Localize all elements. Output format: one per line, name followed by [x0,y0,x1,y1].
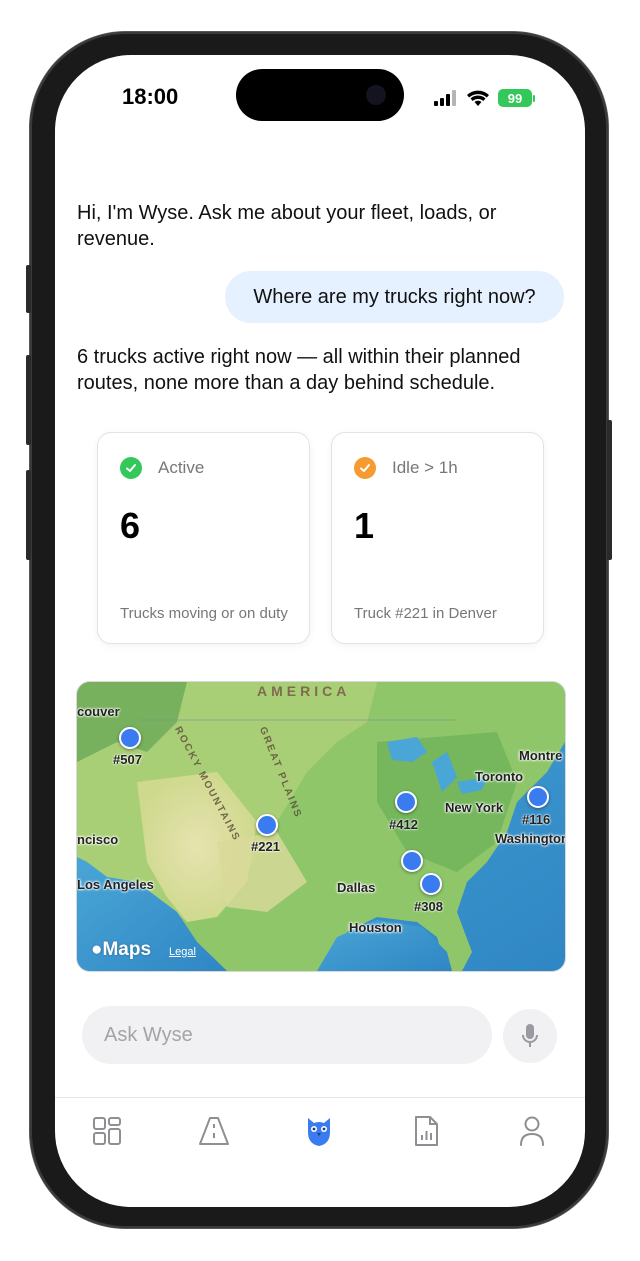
action-button [26,265,31,313]
check-circle-icon [120,457,142,479]
map-city-label: New York [445,800,504,815]
idle-trucks-card[interactable]: Idle > 1h 1 Truck #221 in Denver [331,432,544,644]
check-circle-icon [354,457,376,479]
map-city-label: couver [77,704,120,719]
battery-tip [533,94,535,102]
truck-pin[interactable] [119,727,141,749]
maps-logo: ●Maps [91,939,151,961]
tab-roads[interactable] [196,1113,232,1149]
truck-pin-label: #507 [113,752,142,767]
truck-pin[interactable] [527,786,549,808]
map-city-label: Toronto [475,769,524,784]
truck-pin-label: #412 [389,817,418,832]
map-city-label: Montre [519,748,563,763]
map-city-label: Los Angeles [77,877,154,892]
legal-link[interactable]: Legal [169,946,196,958]
truck-pin[interactable] [256,814,278,836]
status-icons: 99 [434,86,535,110]
user-message-bubble: Where are my trucks right now? [225,271,564,323]
cellular-signal-icon [434,90,456,106]
map-city-label: ncisco [77,832,119,847]
truck-pin[interactable] [395,791,417,813]
apple-icon: ● [91,939,103,960]
ask-wyse-input[interactable] [82,1006,492,1064]
tab-assistant[interactable] [301,1113,337,1149]
road-icon [199,1117,229,1145]
tab-dashboard[interactable] [89,1113,125,1149]
person-icon [520,1116,544,1146]
power-button [607,420,612,560]
card-description: Truck #221 in Denver [354,605,497,622]
truck-pin[interactable] [420,873,442,895]
truck-pin-label: #116 [522,812,551,827]
card-value: 6 [120,505,141,546]
battery-indicator: 99 [498,89,532,107]
card-header: Active [120,457,204,479]
volume-down-button [26,470,31,560]
grid-icon [93,1117,121,1145]
truck-pin-label: #308 [414,899,443,914]
truck-pin[interactable] [401,850,423,872]
assistant-message-answer: 6 trucks active right now — all within t… [77,346,521,394]
maps-brand: Maps [102,939,152,960]
fleet-map[interactable]: AMERICA ROCKY MOUNTAINS GREAT PLAINS cou… [76,681,566,972]
card-label: Idle > 1h [392,458,458,477]
owl-icon [308,1118,330,1146]
map-region-label: AMERICA [257,683,351,699]
truck-pin-label: #221 [251,839,280,854]
report-icon [415,1116,438,1146]
volume-up-button [26,355,31,445]
map-city-label: Houston [349,920,402,935]
microphone-icon [522,1024,538,1047]
assistant-message-intro: Hi, I'm Wyse. Ask me about your fleet, l… [77,202,497,250]
tab-reports[interactable] [408,1113,444,1149]
card-header: Idle > 1h [354,457,458,479]
card-description: Trucks moving or on duty [120,605,288,622]
active-trucks-card[interactable]: Active 6 Trucks moving or on duty [97,432,310,644]
camera [366,85,386,105]
status-time: 18:00 [122,84,179,109]
map-city-label: Dallas [337,880,376,895]
mic-button[interactable] [503,1009,557,1063]
tab-profile[interactable] [514,1113,550,1149]
wifi-icon [467,90,489,106]
tab-bar-divider [55,1097,585,1098]
card-value: 1 [354,505,375,546]
card-label: Active [158,458,205,477]
dynamic-island [236,69,404,121]
map-city-label: Washington [495,831,566,846]
map-terrain [77,682,565,971]
